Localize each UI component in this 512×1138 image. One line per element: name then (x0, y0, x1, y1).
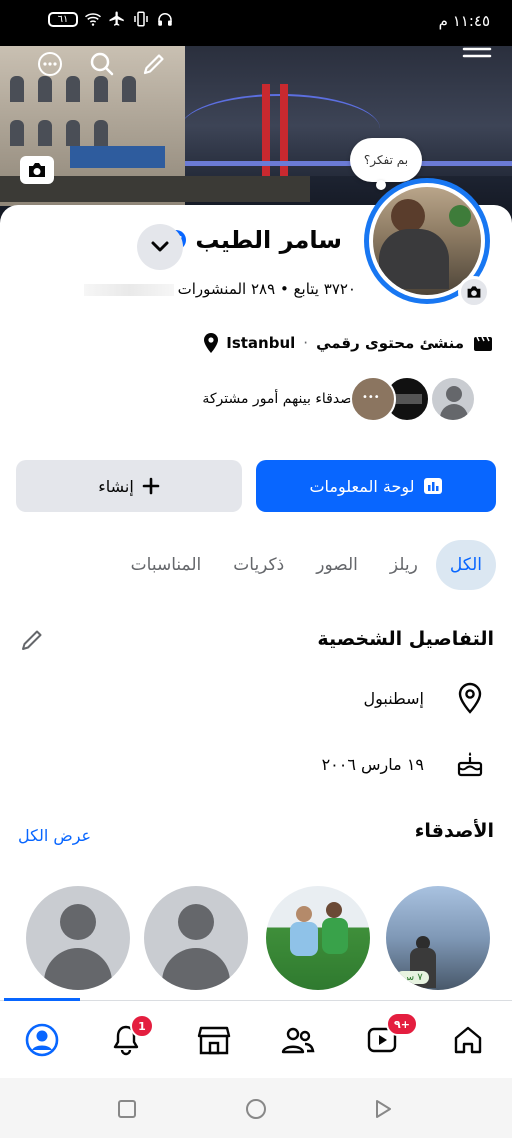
bridge-tower (262, 84, 270, 184)
back-triangle-icon[interactable] (372, 1098, 394, 1120)
system-navigation-bar (0, 1078, 512, 1138)
nav-video[interactable]: ٩+ (360, 1012, 418, 1062)
city-text: إسطنبول (363, 688, 424, 708)
tab-memories[interactable]: ذكريات (219, 540, 298, 590)
create-label: إنشاء (98, 476, 134, 496)
tab-photos[interactable]: الصور (302, 540, 372, 590)
thought-bubble[interactable]: بم تفكر؟ (350, 138, 422, 182)
mutual-avatar-more: ••• (350, 376, 396, 422)
nav-friends[interactable] (276, 1018, 320, 1062)
mutual-avatar-placeholder (430, 376, 476, 422)
video-badge: ٩+ (386, 1012, 418, 1036)
camera-icon (29, 163, 45, 177)
home-circle-icon[interactable] (245, 1098, 267, 1120)
bottom-navbar: 1 ٩+ (0, 1004, 512, 1078)
friend-avatar-placeholder[interactable] (26, 886, 130, 990)
profile-icon (25, 1023, 59, 1057)
status-bar: ٦١ ١١:٤٥ م (0, 0, 512, 46)
mutual-friends-row[interactable]: ••• أصدقاء بينهم أمور مشتركة (202, 376, 476, 422)
cover-camera-button[interactable] (20, 156, 54, 184)
birthday-cake-icon (454, 748, 486, 780)
stats-summary: ٣٧٢٠ يتابع • ٢٨٩ المنشورات (177, 280, 356, 298)
friends-row: ٧ س (0, 882, 512, 992)
battery-icon: ٦١ (48, 11, 78, 27)
tab-events[interactable]: المناسبات (117, 540, 216, 590)
detail-birthday: ١٩ مارس ٢٠٠٦ (322, 748, 486, 780)
location-text: Istanbul (226, 334, 296, 352)
edit-details-icon[interactable] (18, 626, 46, 654)
friends-icon (281, 1027, 315, 1054)
bridge-tower (280, 84, 288, 184)
tab-reels[interactable]: ريلز (376, 540, 432, 590)
nav-profile[interactable] (20, 1018, 64, 1062)
profile-name: سامر الطيب (195, 226, 342, 254)
avatar-plant (449, 205, 471, 227)
profile-dropdown-button[interactable] (137, 224, 183, 270)
battery-level: ٦١ (57, 13, 69, 25)
personal-details-title: التفاصيل الشخصية (317, 628, 494, 650)
home-icon (454, 1026, 482, 1054)
friends-title: الأصدقاء (414, 820, 494, 842)
airplane-icon (109, 11, 124, 26)
clock: ١١:٤٥ م (438, 12, 490, 30)
nav-active-indicator (4, 998, 80, 1001)
friend-avatar-landscape[interactable]: ٧ س (386, 886, 490, 990)
story-time-badge: ٧ س (396, 971, 429, 984)
birthday-text: ١٩ مارس ٢٠٠٦ (321, 754, 424, 774)
nav-notifications[interactable]: 1 (104, 1014, 154, 1062)
marketplace-icon (197, 1026, 231, 1055)
nav-home[interactable] (446, 1018, 490, 1062)
profile-stats[interactable]: ٣٧٢٠ يتابع • ٢٨٩ المنشورات (80, 280, 356, 298)
see-all-friends-link[interactable]: عرض الكل (18, 826, 91, 845)
thought-bubble-tail (376, 180, 386, 190)
detail-city: إسطنبول (363, 682, 486, 714)
bar-chart-icon (423, 478, 442, 494)
status-icons: ٦١ (48, 10, 174, 28)
cover-awning (70, 146, 165, 168)
profile-sheet (0, 205, 512, 995)
edit-pencil-icon[interactable] (140, 50, 168, 78)
avatar-body (379, 229, 449, 289)
stats-blurred (83, 283, 174, 296)
wifi-icon (84, 13, 102, 26)
vibrate-icon (134, 11, 148, 27)
hamburger-menu-icon[interactable] (462, 46, 492, 66)
profile-tabs: الكل ريلز الصور ذكريات المناسبات (117, 540, 496, 590)
profile-location[interactable]: Istanbul (202, 332, 295, 354)
cover-toolbar (36, 50, 168, 78)
avatar-camera-button[interactable] (458, 276, 490, 308)
friend-avatar-placeholder[interactable] (144, 886, 248, 990)
mutual-friends-text: أصدقاء بينهم أمور مشتركة (202, 391, 356, 407)
recents-square-icon[interactable] (116, 1098, 138, 1120)
dashboard-label: لوحة المعلومات (309, 476, 415, 496)
tab-all[interactable]: الكل (435, 540, 496, 590)
chevron-down-icon (151, 241, 169, 252)
plus-icon (142, 477, 160, 495)
headphones-icon (158, 13, 172, 26)
location-pin-icon (204, 333, 219, 353)
more-options-icon[interactable] (36, 50, 64, 78)
camera-icon (467, 286, 481, 298)
dashboard-button[interactable]: لوحة المعلومات (256, 460, 496, 512)
notifications-badge: 1 (130, 1014, 154, 1038)
search-icon[interactable] (88, 50, 116, 78)
clapperboard-icon (474, 336, 492, 351)
avatar-head (391, 199, 425, 233)
separator-dot: · (303, 334, 309, 352)
profile-name-row: سامر الطيب (165, 226, 342, 254)
create-button[interactable]: إنشاء (16, 460, 242, 512)
mutual-avatars: ••• (350, 376, 476, 422)
profile-actions: لوحة المعلومات إنشاء (16, 460, 496, 512)
more-dots: ••• (362, 392, 380, 403)
nav-marketplace[interactable] (192, 1018, 236, 1062)
location-pin-icon (454, 682, 486, 714)
friend-avatar-football[interactable] (266, 886, 370, 990)
profile-job: منشئ محتوى رقمي (316, 334, 464, 352)
profile-intro-line: منشئ محتوى رقمي · Istanbul (202, 332, 494, 354)
bridge-deck (185, 161, 512, 166)
